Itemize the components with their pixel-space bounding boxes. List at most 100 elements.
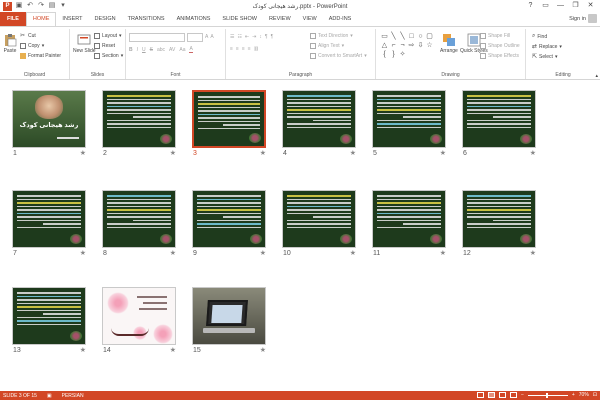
star-shape-icon[interactable]: ✧	[398, 50, 407, 59]
bold-button[interactable]: B	[129, 47, 133, 53]
transition-star-icon[interactable]: ★	[530, 249, 536, 257]
slide-thumbnail-12[interactable]: 12 ★	[462, 190, 536, 260]
transition-star-icon[interactable]: ★	[260, 149, 266, 157]
reset-button[interactable]: Reset	[94, 43, 115, 49]
slide-preview[interactable]	[102, 190, 176, 248]
star-shape-icon[interactable]: ☆	[425, 41, 434, 50]
tab-view[interactable]: VIEW	[297, 12, 323, 26]
triangle-shape-icon[interactable]: △	[380, 41, 389, 50]
slide-preview[interactable]	[282, 190, 356, 248]
transition-star-icon[interactable]: ★	[170, 249, 176, 257]
shape-fill-button[interactable]: Shape Fill	[480, 33, 510, 39]
slide-thumbnail-10[interactable]: 10 ★	[282, 190, 356, 260]
transition-star-icon[interactable]: ★	[260, 346, 266, 354]
italic-button[interactable]: I	[137, 47, 138, 53]
transition-star-icon[interactable]: ★	[80, 346, 86, 354]
brace-shape-icon[interactable]: {	[380, 50, 389, 59]
strikethrough-button[interactable]: S	[150, 47, 153, 53]
brace-shape-icon[interactable]: }	[389, 50, 398, 59]
normal-view-icon[interactable]	[476, 392, 484, 398]
minimize-button[interactable]: —	[553, 0, 568, 11]
tab-transitions[interactable]: TRANSITIONS	[122, 12, 171, 26]
line-shape-icon[interactable]: ╲	[389, 32, 398, 41]
font-color-button[interactable]: A	[189, 46, 193, 53]
slide-thumbnail-4[interactable]: 4 ★	[282, 90, 356, 160]
line-shape-icon[interactable]: ╲	[398, 32, 407, 41]
transition-star-icon[interactable]: ★	[170, 346, 176, 354]
underline-button[interactable]: U	[142, 47, 146, 53]
reading-view-icon[interactable]	[498, 392, 506, 398]
text-direction-button[interactable]: Text Direction ▾	[310, 33, 353, 39]
oval-shape-icon[interactable]: ○	[416, 32, 425, 41]
character-spacing-button[interactable]: AV	[169, 47, 175, 53]
slide-preview[interactable]	[12, 190, 86, 248]
rtl-icon[interactable]: ¶	[265, 34, 268, 40]
slide-thumbnail-7[interactable]: 7 ★	[12, 190, 86, 260]
section-button[interactable]: Section ▾	[94, 53, 123, 59]
slideshow-view-icon[interactable]	[509, 392, 517, 398]
slide-preview[interactable]	[102, 90, 176, 148]
tab-insert[interactable]: INSERT	[56, 12, 88, 26]
slide-preview[interactable]	[102, 287, 176, 345]
tab-design[interactable]: DESIGN	[89, 12, 122, 26]
change-case-button[interactable]: Aa	[179, 47, 185, 53]
zoom-in-button[interactable]: +	[572, 392, 575, 398]
transition-star-icon[interactable]: ★	[350, 149, 356, 157]
slide-preview[interactable]	[372, 190, 446, 248]
shape-outline-button[interactable]: Shape Outline	[480, 43, 520, 49]
align-left-icon[interactable]: ≡	[230, 46, 233, 52]
copy-button[interactable]: Copy ▾	[20, 43, 44, 49]
slide-preview[interactable]	[462, 190, 536, 248]
slide-thumbnail-5[interactable]: 5 ★	[372, 90, 446, 160]
shape-effects-button[interactable]: Shape Effects	[480, 53, 519, 59]
increase-indent-icon[interactable]: ⇥	[252, 34, 256, 40]
zoom-level[interactable]: 70%	[579, 392, 589, 398]
slide-preview[interactable]	[282, 90, 356, 148]
slide-thumbnail-3[interactable]: 3 ★	[192, 90, 266, 160]
new-slide-button[interactable]: New Slide	[73, 33, 96, 54]
slide-preview[interactable]	[192, 287, 266, 345]
shadow-button[interactable]: abc	[157, 47, 165, 53]
tab-slide-show[interactable]: SLIDE SHOW	[216, 12, 263, 26]
shapes-gallery[interactable]: ▭ ╲ ╲ □ ○ ▢ △ ⌐ ¬ ⇨ ⇩ ☆ { } ✧	[380, 32, 438, 60]
slide-thumbnail-6[interactable]: 6 ★	[462, 90, 536, 160]
grow-shrink-font-buttons[interactable]: AA	[205, 34, 214, 40]
rectangle-shape-icon[interactable]: □	[407, 32, 416, 41]
numbering-icon[interactable]: ☷	[237, 34, 241, 40]
arrow-shape-icon[interactable]: ⇨	[407, 41, 416, 50]
tab-review[interactable]: REVIEW	[263, 12, 297, 26]
slide-thumbnail-15[interactable]: 15 ★	[192, 287, 266, 357]
transition-star-icon[interactable]: ★	[80, 149, 86, 157]
ribbon-display-button[interactable]: ▭	[538, 0, 553, 11]
columns-icon[interactable]: ▥	[254, 46, 259, 52]
ltr-icon[interactable]: ¶	[271, 34, 274, 40]
replace-button[interactable]: ⇄ Replace ▾	[532, 43, 562, 51]
language-indicator[interactable]: PERSIAN	[62, 393, 84, 399]
tab-add-ins[interactable]: ADD-INS	[323, 12, 358, 26]
align-right-icon[interactable]: ≡	[242, 46, 245, 52]
slide-thumbnail-13[interactable]: 13 ★	[12, 287, 86, 357]
proofing-icon[interactable]: ▣	[47, 393, 52, 399]
transition-star-icon[interactable]: ★	[170, 149, 176, 157]
transition-star-icon[interactable]: ★	[260, 249, 266, 257]
cut-button[interactable]: ✂ Cut	[20, 33, 36, 39]
paste-button[interactable]: Paste	[3, 33, 17, 54]
slide-preview[interactable]	[192, 90, 266, 148]
text-box-icon[interactable]: ▭	[380, 32, 389, 41]
convert-smartart-button[interactable]: Convert to SmartArt ▾	[310, 53, 367, 59]
tab-home[interactable]: HOME	[25, 12, 57, 26]
sign-in-link[interactable]: Sign in	[569, 16, 586, 22]
font-size-input[interactable]	[187, 33, 203, 42]
justify-icon[interactable]: ≡	[248, 46, 251, 52]
slide-thumbnail-14[interactable]: 14 ★	[102, 287, 176, 357]
layout-button[interactable]: Layout ▾	[94, 33, 122, 39]
arrange-button[interactable]: Arrange	[440, 33, 458, 54]
slide-preview[interactable]	[372, 90, 446, 148]
slide-thumbnail-2[interactable]: 2 ★	[102, 90, 176, 160]
transition-star-icon[interactable]: ★	[530, 149, 536, 157]
restore-button[interactable]: ❐	[568, 0, 583, 11]
transition-star-icon[interactable]: ★	[350, 249, 356, 257]
collapse-ribbon-button[interactable]: ▴	[595, 73, 598, 79]
zoom-slider[interactable]	[527, 392, 568, 398]
slide-preview[interactable]	[462, 90, 536, 148]
